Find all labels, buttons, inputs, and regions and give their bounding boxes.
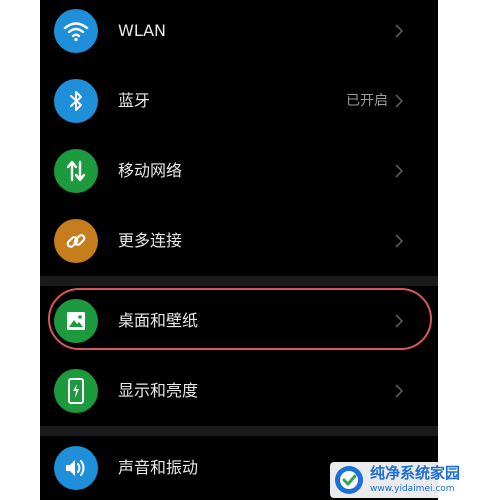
section-divider bbox=[40, 276, 438, 286]
speaker-icon bbox=[54, 446, 98, 490]
settings-item-wlan[interactable]: WLAN bbox=[40, 0, 438, 66]
mobile-data-icon bbox=[54, 149, 98, 193]
bluetooth-status: 已开启 bbox=[346, 93, 388, 109]
watermark: 纯净系统家园 www.yidaimei.com bbox=[330, 462, 498, 498]
settings-item-label: WLAN bbox=[118, 21, 167, 40]
chevron-right-icon bbox=[395, 384, 404, 398]
settings-item-mobile-network[interactable]: 移动网络 bbox=[40, 136, 438, 206]
settings-screen: WLAN 蓝牙 已开启 移动网络 更多连接 桌面和壁纸 显示和亮度 声音和振动 bbox=[40, 0, 438, 500]
watermark-url: www.yidaimei.com bbox=[370, 484, 455, 494]
settings-item-label: 移动网络 bbox=[118, 161, 183, 180]
section-divider bbox=[40, 426, 438, 436]
settings-item-label: 显示和亮度 bbox=[118, 381, 199, 400]
wifi-icon bbox=[54, 9, 98, 53]
settings-item-bluetooth[interactable]: 蓝牙 已开启 bbox=[40, 66, 438, 136]
chevron-right-icon bbox=[395, 164, 404, 178]
watermark-logo-icon bbox=[335, 466, 363, 494]
chevron-right-icon bbox=[395, 94, 404, 108]
chevron-right-icon bbox=[395, 24, 404, 38]
settings-item-display-brightness[interactable]: 显示和亮度 bbox=[40, 356, 438, 426]
highlight-outline bbox=[48, 288, 432, 350]
link-icon bbox=[54, 219, 98, 263]
settings-item-more-connections[interactable]: 更多连接 bbox=[40, 206, 438, 276]
bluetooth-icon bbox=[54, 79, 98, 123]
chevron-right-icon bbox=[395, 234, 404, 248]
settings-item-label: 蓝牙 bbox=[118, 91, 151, 110]
phone-brightness-icon bbox=[54, 369, 98, 413]
settings-item-label: 更多连接 bbox=[118, 231, 183, 250]
settings-item-label: 声音和振动 bbox=[118, 458, 199, 477]
watermark-title: 纯净系统家园 bbox=[370, 464, 461, 482]
